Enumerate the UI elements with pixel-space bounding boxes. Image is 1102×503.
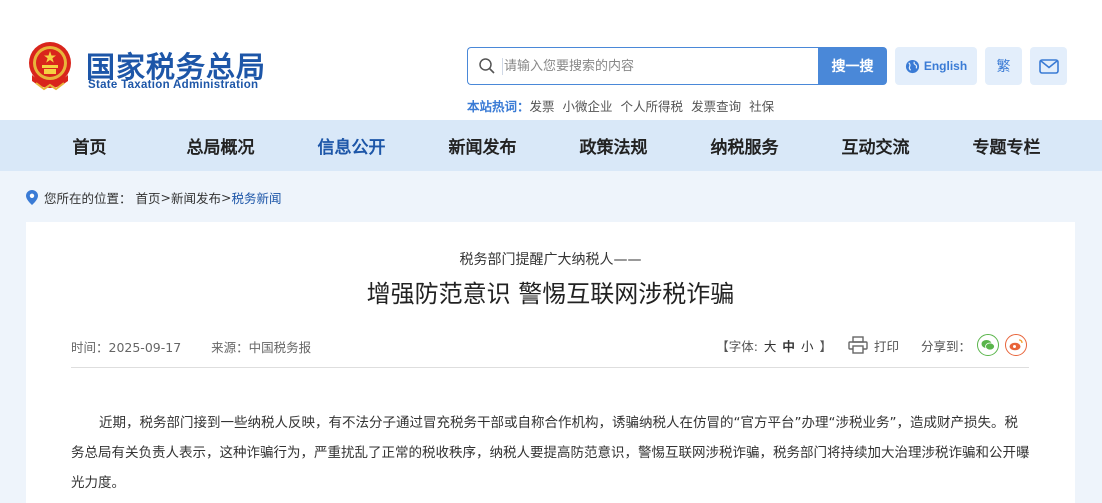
- hot-keyword[interactable]: 小微企业: [563, 96, 613, 115]
- site-logo-en[interactable]: State Taxation Administration: [88, 79, 258, 91]
- nav-item-info-disclosure[interactable]: 信息公开: [286, 120, 417, 171]
- font-size-close: 】: [819, 338, 832, 354]
- english-button[interactable]: English: [895, 47, 977, 85]
- wechat-icon: [981, 340, 995, 351]
- breadcrumb-item-news[interactable]: 新闻发布: [171, 188, 221, 207]
- article-time: 时间：2025-09-17: [71, 340, 182, 355]
- hot-keyword[interactable]: 发票查询: [691, 96, 741, 115]
- article-panel: 税务部门提醒广大纳税人—— 增强防范意识 警惕互联网涉税诈骗 时间：2025-0…: [26, 222, 1075, 503]
- breadcrumb-separator: >: [160, 189, 172, 205]
- english-label: English: [923, 59, 968, 73]
- breadcrumb: 您所在的位置： 首页 > 新闻发布 > 税务新闻: [26, 187, 282, 207]
- nav-item-special-topics[interactable]: 专题专栏: [941, 120, 1072, 171]
- breadcrumb-item-tax-news[interactable]: 税务新闻: [232, 188, 282, 207]
- font-size-medium-button[interactable]: 中: [782, 336, 795, 355]
- divider: [71, 367, 1029, 368]
- weibo-share-button[interactable]: [1005, 334, 1027, 356]
- font-size-large-button[interactable]: 大: [764, 336, 777, 355]
- nav-item-interaction[interactable]: 互动交流: [810, 120, 941, 171]
- mail-icon: [1038, 58, 1059, 74]
- article-paragraph: 近期，税务部门接到一些纳税人反映，有不法分子通过冒充税务干部或自称合作机构，诱骗…: [71, 415, 1030, 491]
- wechat-share-button[interactable]: [977, 334, 999, 356]
- main-nav: 首页 总局概况 信息公开 新闻发布 政策法规 纳税服务 互动交流 专题专栏: [0, 120, 1102, 171]
- weibo-icon: [1009, 339, 1023, 351]
- search-button[interactable]: 搜一搜: [818, 47, 887, 85]
- article-title: 增强防范意识 警惕互联网涉税诈骗: [366, 280, 735, 308]
- traditional-chinese-button[interactable]: 繁: [985, 47, 1022, 85]
- national-emblem-icon[interactable]: [24, 39, 76, 93]
- article-subtitle: 税务部门提醒广大纳税人——: [459, 252, 642, 268]
- mail-button[interactable]: [1030, 47, 1067, 85]
- share-label: 分享到：: [920, 338, 971, 354]
- breadcrumb-separator: >: [221, 189, 232, 205]
- font-size-small-button[interactable]: 小: [801, 336, 814, 355]
- article-source: 来源：中国税务报: [211, 340, 312, 355]
- location-pin-icon: [26, 189, 38, 205]
- hot-keyword[interactable]: 发票: [530, 96, 555, 115]
- print-label: 打印: [873, 338, 899, 354]
- font-size-switcher: 【字体: 大 中 小 】: [716, 336, 832, 355]
- article-tools: 【字体: 大 中 小 】 打印 分享到：: [716, 333, 1027, 357]
- globe-icon: [905, 59, 919, 73]
- search-box: [467, 47, 818, 85]
- search-input[interactable]: [504, 57, 804, 76]
- breadcrumb-prefix: 您所在的位置：: [44, 190, 132, 206]
- nav-item-news[interactable]: 新闻发布: [417, 120, 548, 171]
- nav-item-tax-services[interactable]: 纳税服务: [679, 120, 810, 171]
- article-meta: 时间：2025-09-17 来源：中国税务报: [71, 337, 311, 356]
- printer-icon: [848, 336, 868, 354]
- nav-item-overview[interactable]: 总局概况: [155, 120, 286, 171]
- hot-keyword[interactable]: 个人所得税: [621, 96, 684, 115]
- nav-item-policies[interactable]: 政策法规: [548, 120, 679, 171]
- nav-item-home[interactable]: 首页: [24, 120, 155, 171]
- search-icon: [479, 58, 495, 74]
- font-size-label: 【字体:: [716, 338, 758, 354]
- search-divider: [502, 58, 503, 75]
- hot-keywords: 本站热词： 发票 小微企业 个人所得税 发票查询 社保: [467, 96, 774, 115]
- breadcrumb-item-home[interactable]: 首页: [136, 188, 161, 207]
- print-button[interactable]: 打印: [848, 336, 899, 355]
- site-header: 国家税务总局 State Taxation Administration 搜一搜…: [0, 0, 1102, 120]
- hot-keywords-label: 本站热词：: [467, 99, 530, 114]
- hot-keyword[interactable]: 社保: [749, 96, 774, 115]
